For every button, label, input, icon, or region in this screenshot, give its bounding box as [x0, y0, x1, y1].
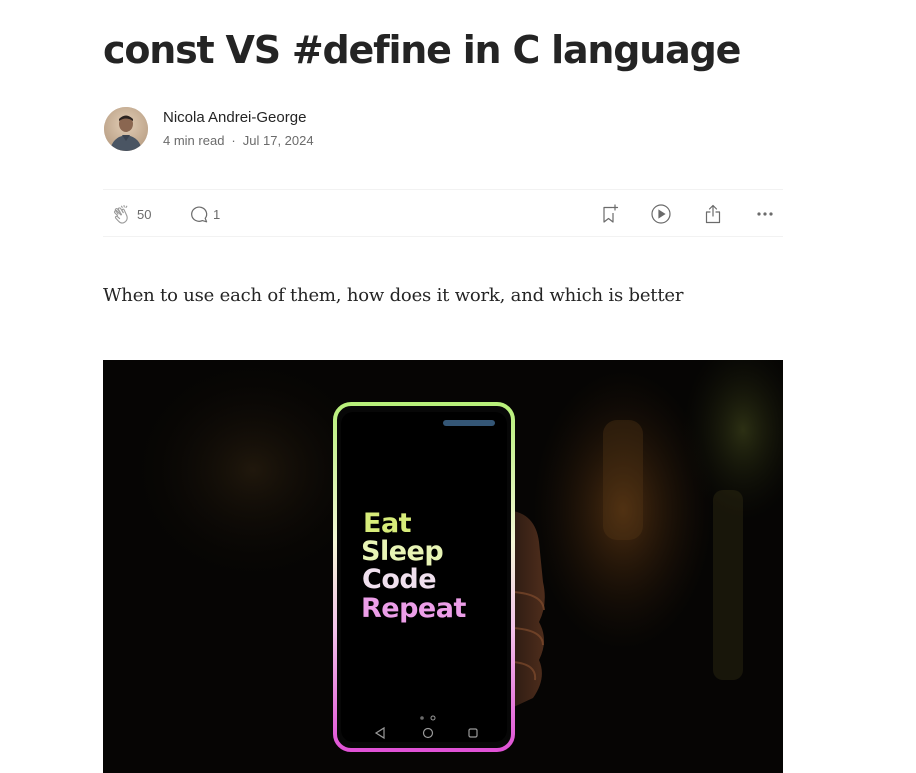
article-page: const VS #define in C language Nicola An… — [0, 0, 916, 773]
comment-icon — [187, 202, 211, 226]
phone-line-sleep: Sleep — [361, 536, 443, 567]
responses-count: 1 — [213, 206, 221, 222]
read-time: 4 min read — [163, 133, 225, 148]
author-row: Nicola Andrei-George 4 min read · Jul 17… — [104, 106, 314, 152]
author-name[interactable]: Nicola Andrei-George — [163, 108, 314, 128]
share-icon — [701, 202, 725, 226]
action-bar: 50 1 — [103, 189, 783, 237]
play-icon — [649, 202, 673, 226]
phone-line-repeat: Repeat — [361, 593, 466, 624]
save-button[interactable] — [597, 202, 621, 226]
responses-button[interactable]: 1 — [187, 202, 220, 226]
phone-line-code: Code — [362, 564, 436, 595]
clap-icon — [111, 202, 135, 226]
author-meta: Nicola Andrei-George 4 min read · Jul 17… — [163, 108, 314, 150]
publish-date: Jul 17, 2024 — [242, 133, 314, 148]
share-button[interactable] — [701, 202, 725, 226]
more-options-button[interactable] — [753, 202, 777, 226]
article-title: const VS #define in C language — [103, 28, 741, 72]
avatar[interactable] — [104, 107, 148, 151]
more-icon — [753, 202, 777, 226]
hero-image: Eat Sleep Code Repeat — [103, 360, 783, 773]
article-meta: 4 min read · Jul 17, 2024 — [163, 132, 314, 150]
phone-line-eat: Eat — [363, 508, 412, 539]
article-subtitle: When to use each of them, how does it wo… — [103, 285, 684, 306]
meta-separator: · — [231, 133, 236, 148]
bookmark-add-icon — [597, 202, 621, 226]
clap-count: 50 — [137, 206, 152, 222]
listen-button[interactable] — [649, 202, 673, 226]
clap-button[interactable]: 50 — [111, 202, 151, 226]
